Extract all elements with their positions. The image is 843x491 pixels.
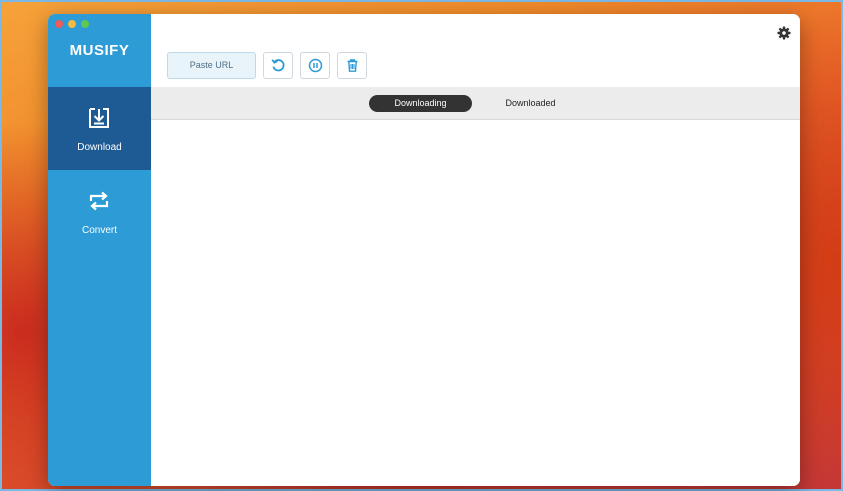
close-window-button[interactable] bbox=[55, 20, 63, 28]
minimize-window-button[interactable] bbox=[68, 20, 76, 28]
tab-downloaded[interactable]: Downloaded bbox=[479, 95, 582, 112]
app-logo: MUSIFY bbox=[69, 42, 130, 59]
app-window: MUSIFY Download Convert Paste URL Downlo… bbox=[48, 14, 800, 486]
sidebar: MUSIFY Download Convert bbox=[48, 14, 151, 486]
pause-all-button[interactable] bbox=[300, 52, 330, 79]
sidebar-item-download[interactable]: Download bbox=[48, 87, 151, 170]
sidebar-item-convert[interactable]: Convert bbox=[48, 170, 151, 253]
sidebar-item-label: Convert bbox=[81, 225, 117, 236]
delete-button[interactable] bbox=[337, 52, 367, 79]
download-tabs: Downloading Downloaded bbox=[151, 87, 800, 120]
refresh-button[interactable] bbox=[263, 52, 293, 79]
convert-icon bbox=[86, 188, 112, 214]
zoom-window-button[interactable] bbox=[81, 20, 89, 28]
desktop-background: MUSIFY Download Convert Paste URL Downlo… bbox=[0, 0, 843, 491]
download-list bbox=[151, 120, 800, 486]
paste-url-button[interactable]: Paste URL bbox=[167, 52, 256, 79]
gear-icon[interactable] bbox=[777, 26, 791, 40]
main-panel: Paste URL Downloading Downloaded bbox=[151, 14, 800, 486]
sidebar-item-label: Download bbox=[77, 142, 122, 153]
tab-downloading[interactable]: Downloading bbox=[369, 95, 472, 112]
download-icon bbox=[86, 105, 112, 131]
